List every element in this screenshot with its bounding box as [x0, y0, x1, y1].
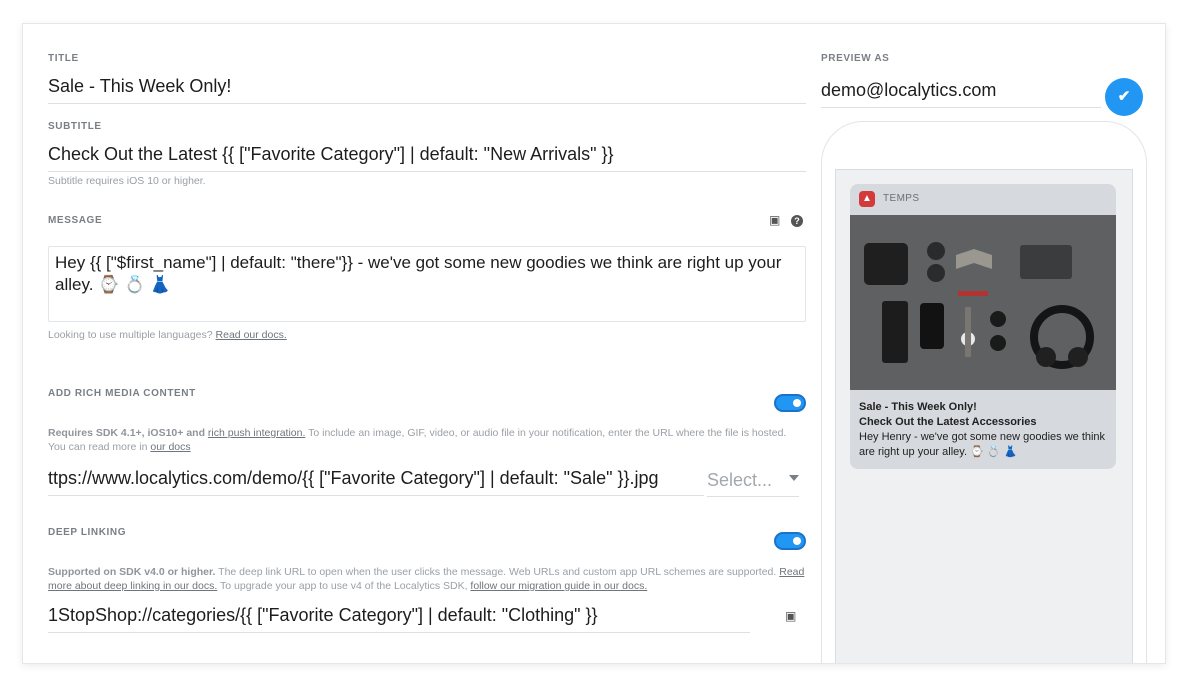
migration-guide-link[interactable]: follow our migration guide in our docs.: [470, 580, 647, 592]
message-label: MESSAGE: [48, 215, 103, 226]
deep-link-label: DEEP LINKING: [48, 527, 127, 538]
accessories-photo-icon: [850, 215, 1116, 390]
notification-image: [850, 215, 1116, 390]
rich-media-label: ADD RICH MEDIA CONTENT: [48, 388, 196, 399]
media-type-select-value: Select...: [707, 470, 773, 490]
personalize-icon[interactable]: ▣: [769, 213, 780, 227]
personalize-icon[interactable]: ▣: [785, 609, 796, 623]
notification-subtitle: Check Out the Latest Accessories: [859, 416, 1037, 428]
rich-media-hint-bold: Requires SDK 4.1+, iOS10+ and: [48, 427, 208, 439]
rich-media-toggle[interactable]: [774, 394, 806, 412]
languages-hint: Looking to use multiple languages? Read …: [48, 328, 287, 342]
deep-link-hint-text1: The deep link URL to open when the user …: [215, 566, 780, 578]
languages-hint-text: Looking to use multiple languages?: [48, 329, 216, 341]
subtitle-label: SUBTITLE: [48, 121, 102, 132]
title-input[interactable]: Sale - This Week Only!: [48, 76, 806, 104]
deep-link-toggle[interactable]: [774, 532, 806, 550]
app-icon: ▲: [859, 191, 875, 207]
deep-link-hint-text2: To upgrade your app to use v4 of the Loc…: [217, 580, 471, 592]
read-docs-link[interactable]: Read our docs.: [216, 329, 287, 341]
deep-link-input[interactable]: 1StopShop://categories/{{ ["Favorite Cat…: [48, 605, 750, 633]
rich-media-url-input[interactable]: ttps://www.localytics.com/demo/{{ ["Favo…: [48, 468, 704, 496]
media-type-select[interactable]: Select...: [707, 470, 799, 497]
rich-push-link[interactable]: rich push integration.: [208, 427, 305, 439]
help-icon[interactable]: ?: [791, 215, 803, 227]
notification-body: Hey Henry - we've got some new goodies w…: [859, 431, 1106, 458]
notification-text: Sale - This Week Only! Check Out the Lat…: [859, 400, 1109, 460]
notification-title: Sale - This Week Only!: [859, 401, 977, 413]
app-name: TEMPS: [883, 193, 920, 204]
title-label: TITLE: [48, 53, 79, 64]
preview-label: PREVIEW AS: [821, 53, 890, 64]
push-editor-card: TITLE Sale - This Week Only! SUBTITLE Ch…: [22, 23, 1166, 664]
notification-preview: ▲ TEMPS Sale - This Week Only! Check Out…: [850, 184, 1116, 469]
message-textarea[interactable]: Hey {{ ["$first_name"] | default: "there…: [48, 246, 806, 322]
chevron-down-icon: [789, 475, 799, 481]
deep-link-hint-bold: Supported on SDK v4.0 or higher.: [48, 566, 216, 578]
subtitle-hint: Subtitle requires iOS 10 or higher.: [48, 175, 206, 187]
our-docs-link[interactable]: our docs: [150, 441, 190, 453]
rich-media-hint: Requires SDK 4.1+, iOS10+ and rich push …: [48, 426, 798, 454]
subtitle-input[interactable]: Check Out the Latest {{ ["Favorite Categ…: [48, 144, 806, 172]
deep-link-hint: Supported on SDK v4.0 or higher. The dee…: [48, 565, 808, 593]
check-icon[interactable]: ✔: [1105, 78, 1143, 116]
preview-email-input[interactable]: demo@localytics.com: [821, 80, 1101, 108]
